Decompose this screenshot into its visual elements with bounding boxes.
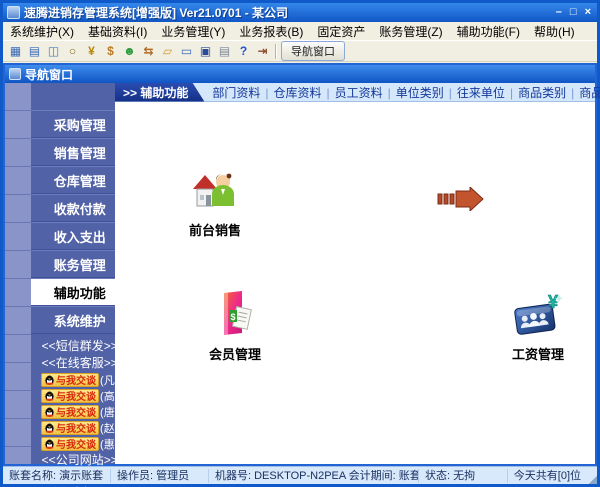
nav-window-icon: [9, 68, 21, 80]
menu-item[interactable]: 辅助功能(F): [450, 22, 527, 41]
tab-link[interactable]: 员工资料: [335, 84, 396, 101]
maximize-button[interactable]: □: [570, 7, 577, 18]
salary-card-icon: ¥: [514, 292, 563, 335]
customers-icon[interactable]: ☻: [120, 43, 139, 60]
sidebar-item[interactable]: 收入支出: [31, 222, 129, 250]
close-button[interactable]: ×: [585, 7, 591, 18]
window-title: 速腾进销存管理系统[增强版] Ver21.0701 - 某公司: [24, 6, 289, 20]
nav-child-window: 导航窗口 采购管理 销售管理 仓库管理 收款付款 收入支出 账务管理 辅助功能 系统维护 <<…: [3, 63, 600, 487]
status-account: 账套名称: 演示账套: [3, 468, 111, 483]
menu-item[interactable]: 账务管理(Z): [372, 22, 449, 41]
sidebar: 采购管理 销售管理 仓库管理 收款付款 收入支出 账务管理 辅助功能 系统维护 <<短信群发>…: [5, 83, 129, 487]
tab-link[interactable]: 往来单位: [457, 84, 518, 101]
nav-window-title: 导航窗口: [25, 67, 74, 82]
sms-broadcast-link[interactable]: <<短信群发>>: [42, 338, 118, 355]
main-panel: >> 辅助功能 部门资料仓库资料员工资料单位类别往来单位商品类别商品资料结算方式: [115, 83, 600, 464]
payment-card-icon[interactable]: ▭: [177, 43, 196, 60]
menu-item[interactable]: 帮助(H): [527, 22, 582, 41]
next-step-arrow-icon: [437, 187, 484, 211]
status-today-count: 今天共有[0]位: [513, 469, 581, 482]
shortcut-member-management[interactable]: $ 会员管理: [190, 290, 280, 363]
title-bar: 速腾进销存管理系统[增强版] Ver21.0701 - 某公司 – □ ×: [3, 3, 597, 22]
save-icon[interactable]: ▣: [196, 43, 215, 60]
tab-link[interactable]: 商品类别: [518, 84, 579, 101]
active-tab-auxiliary[interactable]: >> 辅助功能: [115, 83, 204, 102]
open-folder-icon[interactable]: ▱: [158, 43, 177, 60]
sidebar-item[interactable]: 收款付款: [31, 194, 129, 222]
print-icon[interactable]: ▤: [215, 43, 234, 60]
qq-contact[interactable]: 与我交谈 (唐): [41, 404, 118, 419]
status-state: 状态: 无拘: [419, 468, 508, 483]
qq-contact[interactable]: 与我交谈 (凡): [41, 372, 118, 387]
search-icon[interactable]: ○: [63, 43, 82, 60]
transfer-icon[interactable]: ⇆: [139, 43, 158, 60]
minimize-button[interactable]: –: [556, 7, 562, 18]
app-window: 速腾进销存管理系统[增强版] Ver21.0701 - 某公司 – □ × 系统…: [0, 0, 600, 487]
tab-link[interactable]: 单位类别: [396, 84, 457, 101]
status-machine-period: 机器号: DESKTOP-N2PEA 会计期间: 账套未启用: [209, 468, 419, 483]
tab-link[interactable]: 部门资料: [212, 84, 273, 101]
cascade-windows-icon[interactable]: ◫: [44, 43, 63, 60]
qq-penguin-icon: [45, 375, 54, 385]
qq-penguin-icon: [45, 423, 54, 433]
qq-contact[interactable]: 与我交谈 (赵): [41, 420, 118, 435]
qq-contact[interactable]: 与我交谈 (惠): [41, 436, 118, 451]
online-service-link[interactable]: <<在线客服>>: [42, 355, 118, 372]
menu-item[interactable]: 固定资产: [310, 22, 372, 41]
sidebar-item[interactable]: 销售管理: [31, 138, 129, 166]
sidebar-item[interactable]: 系统维护: [31, 306, 129, 334]
toolbar-separator: [275, 43, 276, 59]
help-icon[interactable]: ?: [234, 43, 253, 60]
sidebar-rail: [5, 83, 31, 464]
menu-bar: 系统维护(X) 基础资料(I) 业务管理(Y) 业务报表(B) 固定资产 账务管理(Z) 辅…: [3, 22, 597, 41]
nav-window-button[interactable]: 导航窗口: [281, 41, 345, 61]
menu-item[interactable]: 业务管理(Y): [154, 22, 232, 41]
status-bar: 账套名称: 演示账套 操作员: 管理员 机器号: DESKTOP-N2PEA 会…: [3, 466, 597, 484]
content-area: 前台销售 $ 会员管理 ¥ 工资管理: [115, 102, 595, 464]
svg-text:$: $: [230, 312, 235, 322]
qq-penguin-icon: [45, 407, 54, 417]
sidebar-item[interactable]: 仓库管理: [31, 166, 129, 194]
menu-item[interactable]: 系统维护(X): [3, 22, 81, 41]
menu-item[interactable]: 业务报表(B): [232, 22, 310, 41]
member-folder-icon: $: [224, 291, 252, 335]
toolbar: ▦ ▤ ◫ ○ ¥ $ ☻ ⇆ ▱ ▭ ▣ ▤? ⇥ 导航窗口: [3, 41, 597, 62]
qq-penguin-icon: [45, 439, 54, 449]
money-report-icon[interactable]: ¥: [82, 43, 101, 60]
tab-link[interactable]: 商品资料: [579, 84, 600, 101]
qq-contact[interactable]: 与我交谈 (高): [41, 388, 118, 403]
tab-row: >> 辅助功能 部门资料仓库资料员工资料单位类别往来单位商品类别商品资料结算方式: [115, 83, 600, 102]
nav-window-title-bar: 导航窗口: [5, 65, 595, 83]
shortcut-front-desk-sales[interactable]: 前台销售: [170, 170, 260, 239]
status-operator: 操作员: 管理员: [111, 468, 209, 483]
resize-grip[interactable]: [587, 467, 597, 484]
coin-settings-icon[interactable]: $: [101, 43, 120, 60]
tab-link[interactable]: 仓库资料: [274, 84, 335, 101]
shortcut-salary-management[interactable]: ¥ 工资管理: [493, 292, 583, 363]
form-view-icon[interactable]: ▤: [25, 43, 44, 60]
cashier-house-icon: [193, 173, 234, 207]
sidebar-item[interactable]: 账务管理: [31, 250, 129, 278]
sidebar-item[interactable]: 辅助功能: [31, 278, 129, 306]
app-icon: [7, 6, 20, 19]
qq-penguin-icon: [45, 391, 54, 401]
exit-icon[interactable]: ⇥: [253, 43, 272, 60]
sidebar-item[interactable]: 采购管理: [31, 110, 129, 138]
menu-item[interactable]: 基础资料(I): [81, 22, 154, 41]
svg-text:¥: ¥: [548, 292, 558, 312]
grid-view-icon[interactable]: ▦: [6, 43, 25, 60]
